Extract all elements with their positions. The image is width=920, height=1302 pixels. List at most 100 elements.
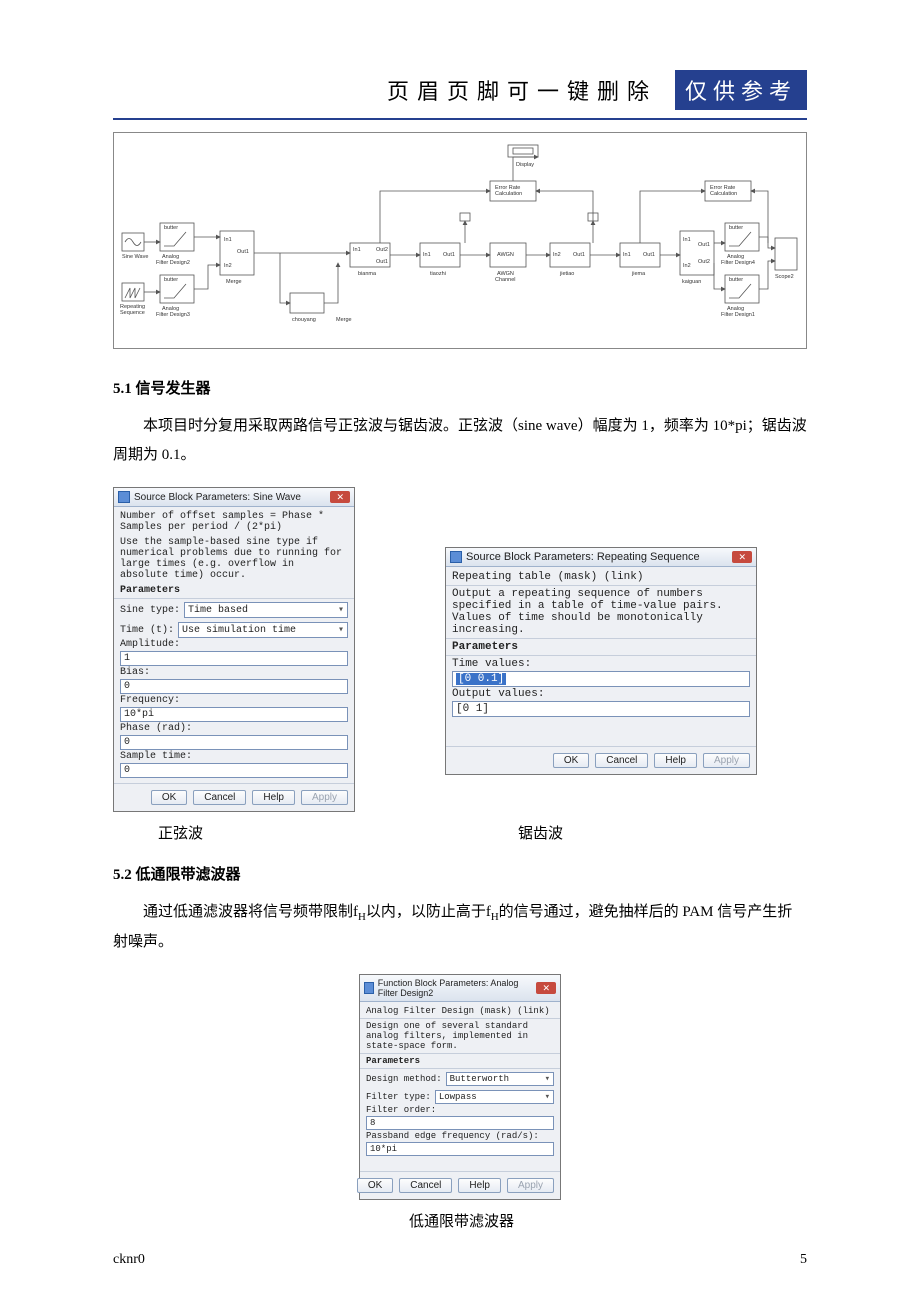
page-header: 页眉页脚可一键删除 仅供参考 [113,70,807,120]
svg-text:Calculation: Calculation [710,191,737,197]
svg-text:Out2: Out2 [698,259,710,265]
svg-text:butter: butter [729,225,743,231]
svg-text:In2: In2 [553,252,561,258]
time-values-input[interactable]: [0 0.1] [452,671,750,687]
apply-button[interactable]: Apply [703,753,750,768]
time-select[interactable]: Use simulation time▾ [178,622,348,638]
ok-button[interactable]: OK [151,790,187,805]
ok-button[interactable]: OK [357,1178,393,1193]
svg-text:tiaozhi: tiaozhi [430,271,446,277]
svg-text:Merge: Merge [336,317,352,323]
section-5-2-para: 通过低通滤波器将信号频带限制fH以内，以防止高于fH的信号通过，避免抽样后的 P… [113,898,807,956]
window-icon [450,551,462,563]
bias-input[interactable]: 0 [120,679,348,694]
caption-filter: 低通限带滤波器 [409,1210,514,1231]
svg-text:AWGN: AWGN [497,252,514,258]
analog-filter-dialog: Function Block Parameters: Analog Filter… [359,974,561,1200]
output-values-label: Output values: [452,688,750,700]
svg-text:In1: In1 [683,237,691,243]
time-values-label: Time values: [452,658,750,670]
footer-page-number: 5 [800,1252,807,1268]
svg-text:In1: In1 [623,252,631,258]
rep-mask-label: Repeating table (mask) (link) [452,571,750,583]
rep-description: Output a repeating sequence of numbers s… [452,588,750,636]
time-label: Time (t): [120,625,174,636]
svg-text:chouyang: chouyang [292,317,316,323]
svg-text:Merge: Merge [226,279,242,285]
sampletime-label: Sample time: [120,751,348,762]
filter-dialog-titlebar: Function Block Parameters: Analog Filter… [360,975,560,1002]
filter-type-select[interactable]: Lowpass▾ [435,1090,554,1104]
svg-text:Out1: Out1 [573,252,585,258]
chevron-down-icon: ▾ [545,1074,550,1084]
page-footer: cknr0 5 [113,1252,807,1268]
help-button[interactable]: Help [458,1178,501,1193]
window-icon [118,491,130,503]
passband-input[interactable]: 10*pi [366,1142,554,1156]
help-button[interactable]: Help [654,753,697,768]
filter-mask-label: Analog Filter Design (mask) (link) [366,1006,554,1016]
phase-input[interactable]: 0 [120,735,348,750]
cancel-button[interactable]: Cancel [399,1178,452,1193]
apply-button[interactable]: Apply [301,790,348,805]
svg-text:Out1: Out1 [643,252,655,258]
svg-text:In2: In2 [683,263,691,269]
svg-text:butter: butter [729,277,743,283]
svg-text:Filter Design2: Filter Design2 [156,260,190,266]
sine-offset-note: Number of offset samples = Phase * Sampl… [120,511,348,533]
svg-text:Filter Design4: Filter Design4 [721,260,755,266]
design-method-label: Design method: [366,1074,442,1084]
svg-text:Channel: Channel [495,277,516,283]
svg-text:In1: In1 [224,237,232,243]
output-values-input[interactable]: [0 1] [452,701,750,717]
cancel-button[interactable]: Cancel [193,790,246,805]
svg-text:Out1: Out1 [376,259,388,265]
svg-text:Calculation: Calculation [495,191,522,197]
svg-text:jiema: jiema [631,271,646,277]
section-5-2-title: 5.2 低通限带滤波器 [113,863,807,884]
chevron-down-icon: ▾ [338,604,344,616]
rep-dialog-title: Source Block Parameters: Repeating Seque… [466,551,700,563]
header-badge: 仅供参考 [675,70,807,110]
svg-text:Scope2: Scope2 [775,274,794,280]
amplitude-input[interactable]: 1 [120,651,348,666]
design-method-select[interactable]: Butterworth▾ [446,1072,554,1086]
frequency-input[interactable]: 10*pi [120,707,348,722]
close-icon[interactable]: ✕ [330,491,350,503]
header-title: 页眉页脚可一键删除 [387,74,657,106]
svg-text:bianma: bianma [358,271,377,277]
filter-type-label: Filter type: [366,1092,431,1102]
svg-text:Out1: Out1 [698,242,710,248]
svg-text:Out2: Out2 [376,247,388,253]
svg-text:In1: In1 [423,252,431,258]
close-icon[interactable]: ✕ [732,551,752,563]
sine-type-select[interactable]: Time based▾ [184,602,348,618]
filter-order-input[interactable]: 8 [366,1116,554,1130]
section-5-1-title: 5.1 信号发生器 [113,377,807,398]
svg-text:Filter Design1: Filter Design1 [721,312,755,318]
svg-text:Out1: Out1 [443,252,455,258]
sampletime-input[interactable]: 0 [120,763,348,778]
help-button[interactable]: Help [252,790,295,805]
svg-text:Display: Display [516,162,534,168]
svg-text:butter: butter [164,225,178,231]
caption-saw: 锯齿波 [518,822,563,843]
phase-label: Phase (rad): [120,723,348,734]
close-icon[interactable]: ✕ [536,982,556,994]
svg-text:In2: In2 [224,263,232,269]
passband-label: Passband edge frequency (rad/s): [366,1131,554,1141]
ok-button[interactable]: OK [553,753,589,768]
filter-dialog-title: Function Block Parameters: Analog Filter… [378,978,533,998]
cancel-button[interactable]: Cancel [595,753,648,768]
svg-text:In1: In1 [353,247,361,253]
bias-label: Bias: [120,667,348,678]
chevron-down-icon: ▾ [545,1092,550,1102]
svg-text:kaiguan: kaiguan [682,279,701,285]
svg-text:Sequence: Sequence [120,310,145,316]
svg-text:Filter Design3: Filter Design3 [156,312,190,318]
svg-text:butter: butter [164,277,178,283]
repeating-sequence-dialog: Source Block Parameters: Repeating Seque… [445,547,757,775]
caption-sine: 正弦波 [158,822,203,843]
apply-button[interactable]: Apply [507,1178,554,1193]
filter-order-label: Filter order: [366,1105,554,1115]
